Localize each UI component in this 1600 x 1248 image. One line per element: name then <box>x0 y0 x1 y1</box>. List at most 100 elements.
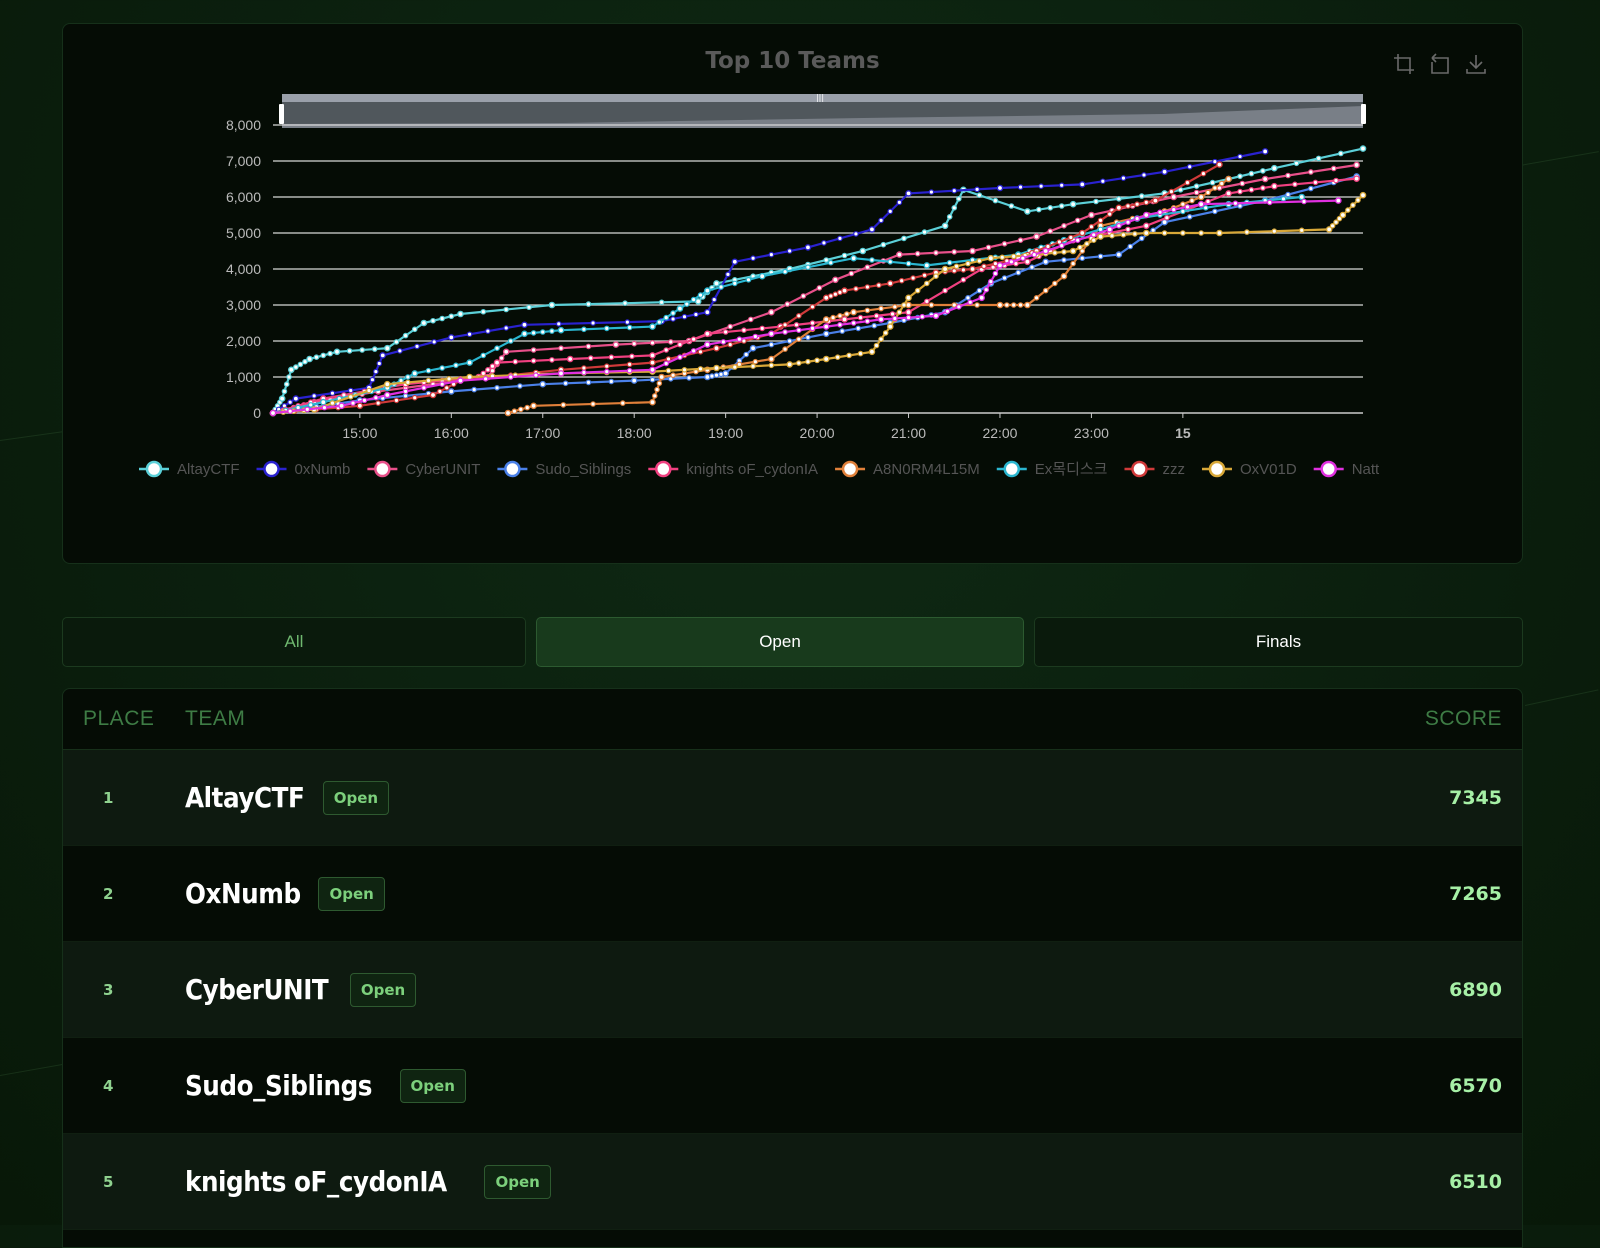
legend-item[interactable]: A8N0RM4L15M <box>835 460 980 478</box>
team-score: 6510 <box>1449 1170 1502 1193</box>
data-point <box>457 310 464 318</box>
data-point <box>905 190 912 197</box>
data-point <box>502 348 510 356</box>
data-point <box>686 375 692 381</box>
legend-item[interactable]: 0xNumb <box>256 460 351 478</box>
legend-item[interactable]: knights oF_cydonIA <box>648 460 818 478</box>
data-point <box>677 354 683 361</box>
data-zoom-handle-left[interactable] <box>279 104 284 124</box>
table-row[interactable]: 1 AltayCTF Open 7345 <box>63 750 1522 846</box>
y-tick-label: 0 <box>253 405 261 421</box>
data-point <box>996 184 1004 192</box>
data-point <box>549 328 555 334</box>
data-point <box>822 330 830 338</box>
data-zoom-grip-icon[interactable]: ||| <box>816 93 824 102</box>
series-A8N0RM4L15M <box>504 175 1232 417</box>
y-tick-label: 3,000 <box>226 297 261 313</box>
legend-label: 0xNumb <box>295 461 351 478</box>
x-tick-label: 19:00 <box>708 425 743 441</box>
legend-swatch-marker <box>374 460 391 478</box>
legend-item[interactable]: AltayCTF <box>139 460 240 478</box>
data-point <box>350 400 356 406</box>
data-point <box>619 400 626 406</box>
data-point <box>928 302 935 308</box>
data-point <box>996 301 1004 309</box>
data-point <box>1029 264 1035 271</box>
legend-item[interactable]: Natt <box>1313 460 1380 478</box>
team-name[interactable]: AltayCTF <box>185 781 305 814</box>
data-point <box>439 381 445 388</box>
data-point <box>1134 215 1140 222</box>
data-point <box>1090 237 1097 244</box>
data-point <box>293 364 299 370</box>
data-point <box>985 244 992 251</box>
data-point <box>608 378 615 385</box>
legend-item[interactable]: CyberUNIT <box>367 460 480 478</box>
table-row[interactable]: 3 CyberUNIT Open 6890 <box>63 942 1522 1038</box>
data-point <box>1142 211 1150 219</box>
data-point <box>656 319 663 325</box>
data-point <box>622 300 628 307</box>
data-point <box>1031 251 1038 258</box>
data-point <box>759 325 766 332</box>
team-cell: knights oF_cydonIA Open <box>185 1134 551 1229</box>
table-row[interactable]: 5 knights oF_cydonIA Open 6510 <box>63 1134 1522 1230</box>
team-name[interactable]: OxNumb <box>185 877 301 910</box>
data-point <box>1338 150 1344 157</box>
data-point <box>663 360 670 367</box>
data-point <box>649 366 656 374</box>
data-point <box>1069 200 1077 208</box>
data-point <box>1301 198 1307 205</box>
data-point <box>1078 181 1086 188</box>
data-point <box>720 339 727 345</box>
data-zoom-handle-right[interactable] <box>1361 104 1366 124</box>
data-point <box>873 342 880 349</box>
data-point <box>676 305 684 312</box>
tab-finals[interactable]: Finals <box>1034 617 1523 667</box>
x-tick-label: 22:00 <box>982 425 1017 441</box>
data-point <box>1138 235 1145 242</box>
y-tick-label: 6,000 <box>226 189 261 205</box>
data-point <box>1161 230 1168 236</box>
data-point <box>834 354 841 361</box>
tab-all[interactable]: All <box>62 617 526 667</box>
data-point <box>489 367 496 374</box>
data-point <box>1079 255 1086 262</box>
data-point <box>530 357 537 364</box>
data-point <box>1280 196 1287 202</box>
data-zoom-slider[interactable]: ||| <box>279 93 1366 128</box>
table-row[interactable]: 2 OxNumb Open 7265 <box>63 846 1522 942</box>
team-name[interactable]: CyberUNIT <box>185 973 329 1006</box>
data-point <box>393 397 400 404</box>
data-point <box>1106 226 1114 233</box>
data-point <box>1209 179 1216 186</box>
data-point <box>539 329 546 335</box>
data-point <box>384 380 391 388</box>
data-point <box>1024 208 1031 215</box>
legend-item[interactable]: OxV01D <box>1201 460 1297 478</box>
tab-open[interactable]: Open <box>536 617 1024 667</box>
legend-item[interactable]: zzz <box>1124 460 1185 478</box>
data-point <box>1038 183 1044 190</box>
data-point <box>793 321 800 328</box>
team-name[interactable]: Sudo_Siblings <box>185 1069 372 1102</box>
table-row[interactable]: 4 Sudo_Siblings Open 6570 <box>63 1038 1522 1134</box>
data-point <box>448 334 455 341</box>
data-point <box>1097 233 1104 240</box>
data-point <box>485 328 491 334</box>
data-point <box>581 369 587 376</box>
data-point <box>603 368 610 375</box>
place-number: 3 <box>103 980 114 999</box>
data-point <box>306 355 313 363</box>
x-tick-label: 15:00 <box>342 425 377 441</box>
series-line <box>272 147 1364 414</box>
legend-item[interactable]: Ex목디스크 <box>996 460 1108 478</box>
team-name[interactable]: knights oF_cydonIA <box>185 1165 447 1198</box>
legend-item[interactable]: Sudo_Siblings <box>497 460 631 478</box>
data-point <box>1024 301 1031 309</box>
data-point <box>533 372 539 379</box>
line-chart[interactable]: ||| 0 1,000 2,000 3,000 4,000 5,000 6,000 7,000… <box>63 24 1524 565</box>
data-point <box>901 302 907 308</box>
data-point <box>690 348 697 354</box>
data-point <box>612 341 620 348</box>
